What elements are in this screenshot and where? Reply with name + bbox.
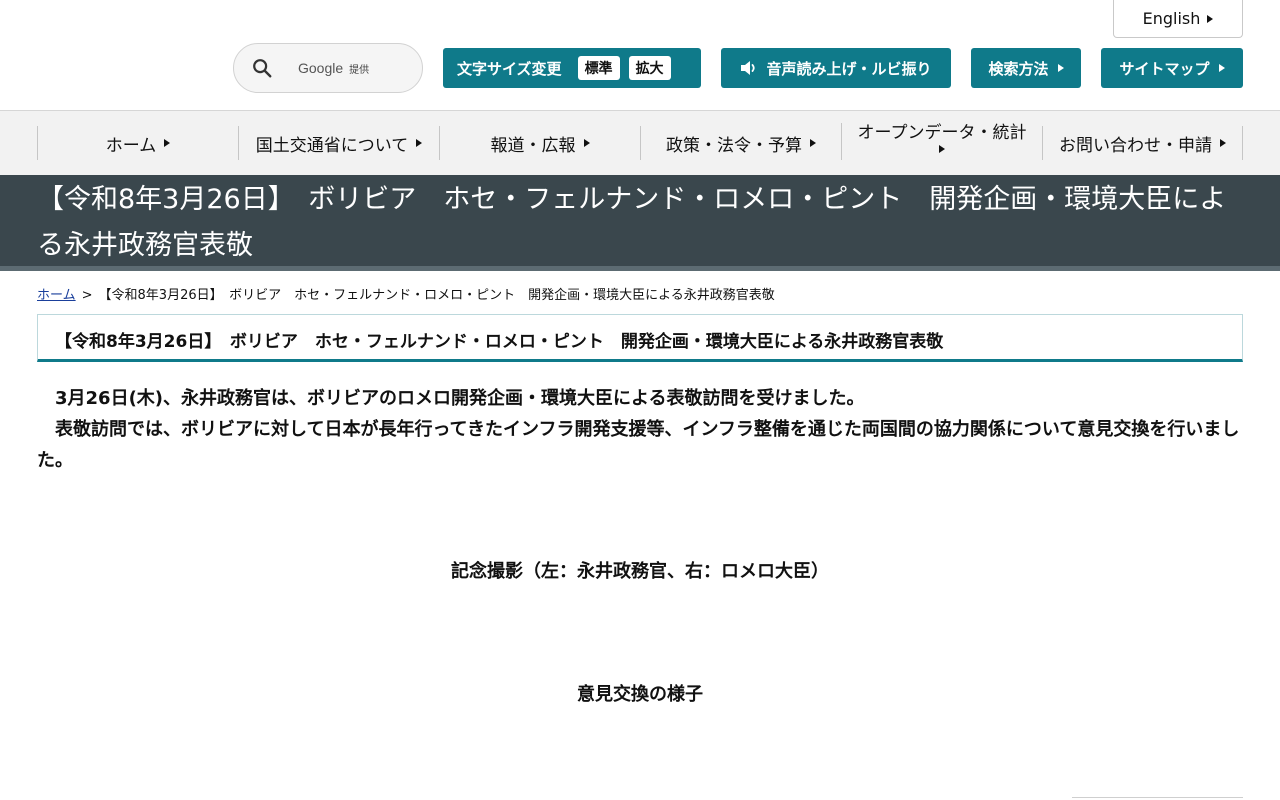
search-help-button[interactable]: 検索方法 bbox=[971, 48, 1081, 88]
sitemap-button[interactable]: サイトマップ bbox=[1101, 48, 1243, 88]
nav-item-policy[interactable]: 政策・法令・予算 bbox=[640, 126, 841, 160]
triangle-right-icon bbox=[1057, 64, 1064, 72]
photo-caption: 意見交換の様子 bbox=[577, 684, 703, 705]
nav-item-label: 報道・広報 bbox=[490, 135, 576, 156]
google-brand: Google bbox=[298, 60, 344, 76]
font-size-standard-button[interactable]: 標準 bbox=[577, 56, 620, 80]
article-heading-text: 【令和8年3月26日】 ボリビア ホセ・フェルナンド・ロメロ・ピント 開発企画・… bbox=[55, 332, 944, 352]
triangle-right-icon bbox=[1218, 64, 1225, 72]
english-button[interactable]: English bbox=[1113, 0, 1243, 38]
article-body: 3月26日(木)、永井政務官は、ボリビアのロメロ開発企画・環境大臣による表敬訪問… bbox=[37, 383, 1243, 476]
search-help-label: 検索方法 bbox=[988, 59, 1049, 78]
nav-item-label: お問い合わせ・申請 bbox=[1059, 135, 1212, 156]
font-size-large-button[interactable]: 拡大 bbox=[628, 56, 671, 80]
triangle-right-icon bbox=[939, 145, 945, 153]
nav-item-label: オープンデータ・統計 bbox=[857, 123, 1027, 143]
article-paragraph: 表敬訪問では、ボリビアに対して日本が長年行ってきたインフラ開発支援等、インフラ整… bbox=[37, 419, 1240, 471]
google-provided-label: Google 提供 bbox=[298, 60, 369, 76]
provided-label: 提供 bbox=[349, 65, 370, 76]
nav-item-open-data[interactable]: オープンデータ・統計 bbox=[841, 123, 1042, 160]
font-size-switcher: 文字サイズ変更 標準 拡大 bbox=[443, 48, 701, 88]
triangle-right-icon bbox=[810, 139, 816, 147]
breadcrumb-current: 【令和8年3月26日】 ボリビア ホセ・フェルナンド・ロメロ・ピント 開発企画・… bbox=[98, 288, 775, 303]
triangle-right-icon bbox=[583, 139, 590, 147]
speech-ruby-button[interactable]: 音声読み上げ・ルビ振り bbox=[721, 48, 951, 88]
search-icon[interactable] bbox=[251, 57, 273, 79]
nav-item-contact[interactable]: お問い合わせ・申請 bbox=[1042, 126, 1243, 160]
nav-item-label: 国土交通省について bbox=[255, 135, 409, 156]
page-title: 【令和8年3月26日】 ボリビア ホセ・フェルナンド・ロメロ・ピント 開発企画・… bbox=[37, 184, 1227, 261]
nav-item-about[interactable]: 国土交通省について bbox=[238, 126, 439, 160]
triangle-right-icon bbox=[1207, 14, 1214, 23]
global-nav: ホーム 国土交通省について 報道・広報 政策・法令・予算 オープンデータ・統計 … bbox=[0, 111, 1280, 175]
speaker-icon bbox=[741, 61, 756, 75]
triangle-right-icon bbox=[1220, 139, 1226, 147]
article-heading: 【令和8年3月26日】 ボリビア ホセ・フェルナンド・ロメロ・ピント 開発企画・… bbox=[37, 314, 1243, 362]
breadcrumb-separator: > bbox=[81, 288, 93, 303]
triangle-right-icon bbox=[416, 139, 423, 147]
breadcrumb-home-link[interactable]: ホーム bbox=[37, 288, 76, 303]
breadcrumb: ホーム > 【令和8年3月26日】 ボリビア ホセ・フェルナンド・ロメロ・ピント 開… bbox=[0, 271, 1280, 314]
article-paragraph: 3月26日(木)、永井政務官は、ボリビアのロメロ開発企画・環境大臣による表敬訪問… bbox=[55, 388, 865, 409]
search-input[interactable]: Google 提供 bbox=[233, 43, 423, 93]
triangle-right-icon bbox=[164, 139, 171, 147]
english-label: English bbox=[1142, 9, 1201, 28]
speech-ruby-label: 音声読み上げ・ルビ振り bbox=[766, 59, 932, 78]
nav-item-press[interactable]: 報道・広報 bbox=[439, 126, 640, 160]
site-header: English Google 提供 文字サイズ変更 標準 拡大 音声読み上げ・ルビ… bbox=[0, 0, 1280, 111]
nav-item-home[interactable]: ホーム bbox=[37, 126, 238, 160]
nav-item-label: ホーム bbox=[105, 135, 157, 156]
page-title-banner: 【令和8年3月26日】 ボリビア ホセ・フェルナンド・ロメロ・ピント 開発企画・… bbox=[0, 175, 1280, 271]
nav-item-label: 政策・法令・予算 bbox=[666, 135, 802, 156]
sitemap-label: サイトマップ bbox=[1119, 59, 1210, 78]
font-size-label: 文字サイズ変更 bbox=[457, 59, 562, 78]
photo-caption: 記念撮影（左：永井政務官、右：ロメロ大臣） bbox=[451, 561, 829, 582]
